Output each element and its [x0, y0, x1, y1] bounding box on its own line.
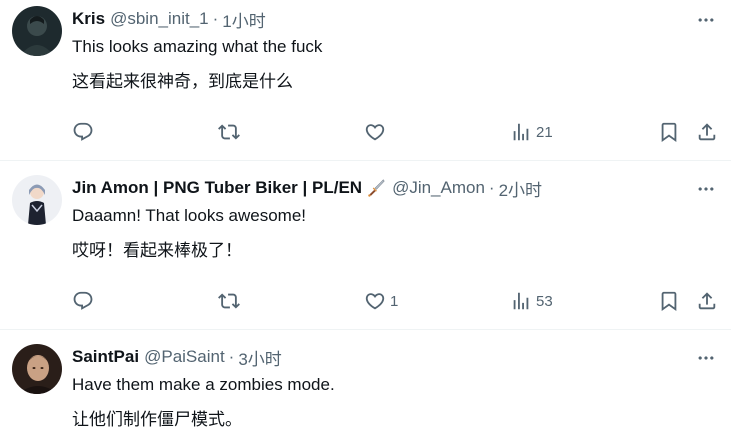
- retweet-icon: [218, 290, 240, 312]
- bookmark-button[interactable]: [658, 119, 680, 145]
- user-handle[interactable]: @PaiSaint: [144, 347, 225, 367]
- sword-emoji-icon: [365, 177, 387, 199]
- timestamp[interactable]: 1小时: [222, 7, 265, 32]
- more-icon[interactable]: [695, 9, 717, 31]
- views-count: 21: [536, 123, 553, 141]
- separator-dot: ·: [228, 347, 235, 366]
- heart-icon: [364, 121, 386, 143]
- more-icon[interactable]: [695, 347, 717, 369]
- reply-tweet[interactable]: SaintPai @PaiSaint · 3小时 Have them make …: [0, 330, 731, 445]
- tweet-text-line: This looks amazing what the fuck: [72, 37, 323, 56]
- heart-icon: [364, 290, 386, 312]
- user-handle[interactable]: @Jin_Amon: [392, 178, 485, 198]
- reply-tweet[interactable]: Jin Amon | PNG Tuber Biker | PL/EN @Jin_…: [0, 161, 731, 329]
- tweet-text-line: 哎呀！看起来棒极了！: [72, 241, 242, 260]
- avatar[interactable]: [12, 175, 62, 225]
- retweet-icon: [218, 121, 240, 143]
- share-button[interactable]: [696, 119, 718, 145]
- tweet-header: SaintPai @PaiSaint · 3小时: [72, 345, 282, 370]
- like-button[interactable]: [364, 119, 390, 145]
- views-icon: [510, 290, 532, 312]
- views-icon: [510, 121, 532, 143]
- user-handle[interactable]: @sbin_init_1: [110, 9, 209, 29]
- reply-button[interactable]: [72, 119, 98, 145]
- timestamp[interactable]: 3小时: [238, 345, 281, 370]
- reply-icon: [72, 290, 94, 312]
- separator-dot: ·: [488, 178, 495, 197]
- retweet-button[interactable]: [218, 288, 244, 314]
- views-button[interactable]: 53: [510, 288, 553, 314]
- like-button[interactable]: 1: [364, 288, 398, 314]
- timestamp[interactable]: 2小时: [499, 176, 542, 201]
- views-count: 53: [536, 292, 553, 310]
- tweet-text-line: 这看起来很神奇，到底是什么: [72, 72, 293, 91]
- views-button[interactable]: 21: [510, 119, 553, 145]
- reply-tweet[interactable]: Kris @sbin_init_1 · 1小时 This looks amazi…: [0, 0, 731, 160]
- action-bar: 21: [72, 119, 722, 145]
- tweet-text-line: 让他们制作僵尸模式。: [72, 410, 242, 429]
- retweet-button[interactable]: [218, 119, 244, 145]
- tweet-text-line: Have them make a zombies mode.: [72, 375, 335, 394]
- share-icon: [696, 121, 718, 143]
- reply-icon: [72, 121, 94, 143]
- share-button[interactable]: [696, 288, 718, 314]
- more-icon[interactable]: [695, 178, 717, 200]
- share-icon: [696, 290, 718, 312]
- like-count: 1: [390, 292, 399, 310]
- bookmark-icon: [658, 121, 680, 143]
- separator-dot: ·: [212, 9, 219, 28]
- tweet-header: Kris @sbin_init_1 · 1小时: [72, 7, 266, 32]
- reply-button[interactable]: [72, 288, 98, 314]
- avatar[interactable]: [12, 344, 62, 394]
- action-bar: 1 53: [72, 288, 722, 314]
- bookmark-button[interactable]: [658, 288, 680, 314]
- avatar[interactable]: [12, 6, 62, 56]
- display-name[interactable]: Kris: [72, 9, 105, 29]
- tweet-text-line: Daaamn! That looks awesome!: [72, 206, 307, 225]
- tweet-header: Jin Amon | PNG Tuber Biker | PL/EN @Jin_…: [72, 176, 542, 201]
- display-name[interactable]: SaintPai: [72, 347, 139, 367]
- bookmark-icon: [658, 290, 680, 312]
- display-name[interactable]: Jin Amon | PNG Tuber Biker | PL/EN: [72, 178, 362, 198]
